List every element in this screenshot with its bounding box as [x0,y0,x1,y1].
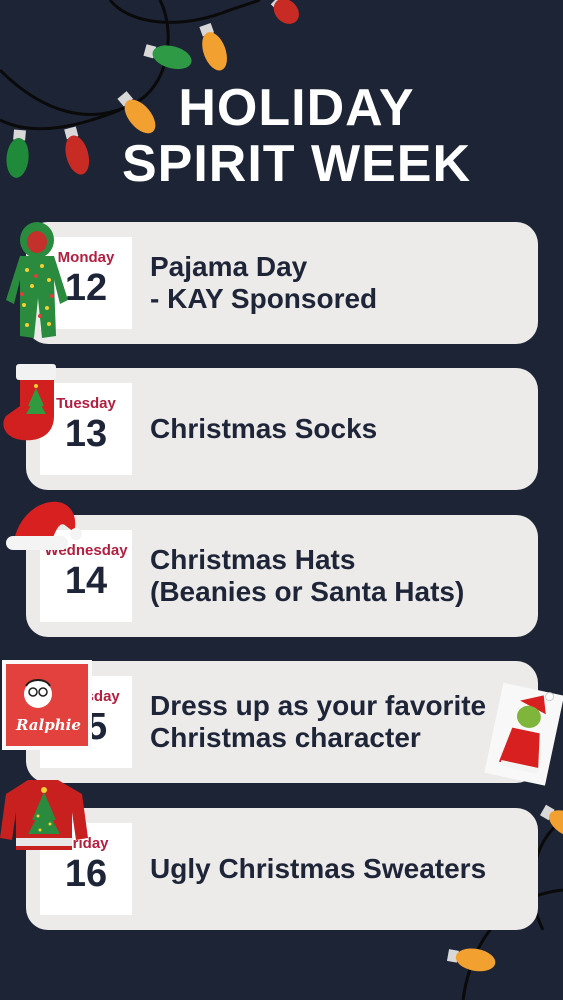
day-card-monday: Monday 12 Pajama Day - KAY Sponsored [26,222,538,344]
day-card-wednesday: Wednesday 14 Christmas Hats (Beanies or … [26,515,538,637]
event-text: Pajama Day - KAY Sponsored [150,251,378,314]
date-number: 14 [64,560,108,602]
title-line-2: SPIRIT WEEK [121,135,472,193]
day-card-friday: Friday 16 Ugly Christmas Sweaters [26,808,538,930]
date-number: 16 [64,853,108,895]
ralphie-sticker-text: Ralphie [16,716,81,734]
ugly-sweater-icon [0,780,88,850]
event-text: Christmas Hats (Beanies or Santa Hats) [150,544,465,607]
pajama-onesie-icon [6,222,68,338]
event-text: Ugly Christmas Sweaters [150,853,487,884]
grinch-icon [484,682,563,786]
title-line-1: HOLIDAY [178,79,415,137]
day-card-tuesday: Tuesday 13 Christmas Socks [26,368,538,490]
santa-hat-icon [6,501,82,550]
christmas-stocking-icon [3,364,56,441]
event-text: Christmas Socks [150,413,378,444]
day-card-thursday: Thursday 15 Dress up as your favorite Ch… [26,661,538,783]
page-title: HOLIDAY SPIRIT WEEK [0,80,563,192]
ralphie-sticker-icon: Ralphie [2,660,92,750]
event-text: Dress up as your favorite Christmas char… [150,690,487,753]
